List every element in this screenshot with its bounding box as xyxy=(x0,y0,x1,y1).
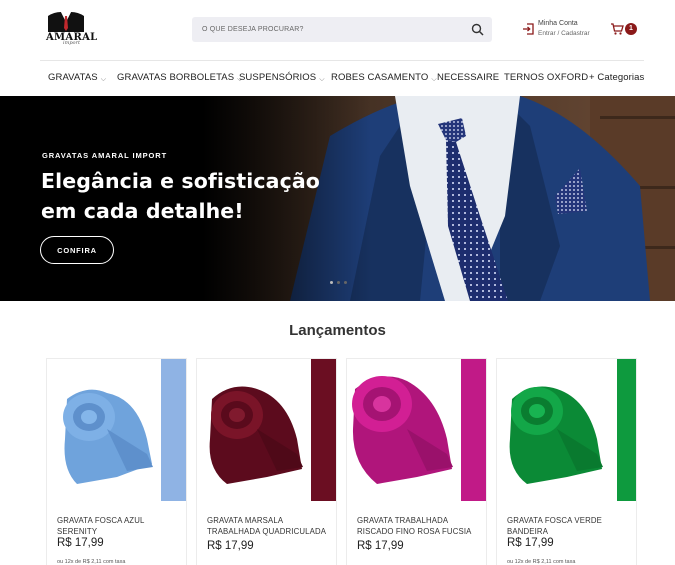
nav-item-necessaire[interactable]: NECESSAIRE xyxy=(437,72,499,83)
cart-count-badge: 1 xyxy=(625,23,637,35)
hero-eyebrow: GRAVATAS AMARAL IMPORT xyxy=(42,151,168,160)
carousel-dot[interactable] xyxy=(337,281,340,284)
logo-subtext: import xyxy=(63,40,80,46)
nav-item-label: NECESSAIRE xyxy=(437,72,500,83)
section-title: Lançamentos xyxy=(289,322,386,339)
product-price: R$ 17,99 xyxy=(507,537,554,549)
product-installments: ou 12x de R$ 2,11 com taxa xyxy=(507,559,576,565)
nav-item-gravatas[interactable]: GRAVATAS ⌵ xyxy=(48,72,106,83)
product-installments: ou 12x de R$ 2,11 com taxa xyxy=(57,559,126,565)
product-card[interactable]: GRAVATA FOSCA AZUL SERENITY R$ 17,99 ou … xyxy=(46,358,187,565)
product-image[interactable] xyxy=(47,359,187,501)
product-image[interactable] xyxy=(197,359,337,501)
nav-item-suspensorios[interactable]: SUSPENSÓRIOS ⌵ xyxy=(239,72,325,83)
site-header: AMARAL import Minha Conta Entrar / Cadas… xyxy=(0,0,675,60)
account-title: Minha Conta xyxy=(538,20,578,27)
product-image[interactable] xyxy=(347,359,487,501)
carousel-dot[interactable] xyxy=(344,281,347,284)
product-image[interactable] xyxy=(497,359,637,501)
account-login-register[interactable]: Entrar / Cadastrar xyxy=(538,30,590,37)
nav-item-label: SUSPENSÓRIOS xyxy=(239,72,317,83)
chevron-down-icon: ⌵ xyxy=(431,76,437,83)
product-card[interactable]: GRAVATA TRABALHADA RISCADO FINO ROSA FUC… xyxy=(346,358,487,565)
account-link[interactable]: Minha Conta Entrar / Cadastrar xyxy=(520,20,600,42)
search-input[interactable] xyxy=(202,17,462,42)
product-price: R$ 17,99 xyxy=(207,540,254,552)
carousel-dot[interactable] xyxy=(330,281,333,284)
nav-item-gravatas-borboletas[interactable]: GRAVATAS BORBOLETAS ⌵ xyxy=(117,72,243,83)
nav-item-ternos-oxford[interactable]: TERNOS OXFORD xyxy=(504,72,588,83)
nav-item-label: GRAVATAS BORBOLETAS xyxy=(117,72,235,83)
cart-icon[interactable] xyxy=(610,22,624,36)
chevron-down-icon: ⌵ xyxy=(100,76,107,83)
chevron-down-icon: ⌵ xyxy=(319,76,325,83)
product-price: R$ 17,99 xyxy=(357,540,404,552)
search-button[interactable] xyxy=(471,23,484,36)
login-icon xyxy=(523,23,534,35)
hero-banner: GRAVATAS AMARAL IMPORT Elegância e sofis… xyxy=(0,96,675,301)
nav-item-label: TERNOS OXFORD xyxy=(504,72,589,83)
product-name[interactable]: GRAVATA FOSCA AZUL SERENITY xyxy=(57,515,182,537)
category-nav: GRAVATAS ⌵ GRAVATAS BORBOLETAS ⌵ SUSPENSÓR… xyxy=(0,65,675,91)
product-name[interactable]: GRAVATA FOSCA VERDE BANDEIRA xyxy=(507,515,632,537)
nav-item-more-categories[interactable]: + Categorias xyxy=(589,72,644,83)
product-card[interactable]: GRAVATA MARSALA TRABALHADA QUADRICULADA … xyxy=(196,358,337,565)
product-card[interactable]: GRAVATA FOSCA VERDE BANDEIRA R$ 17,99 ou… xyxy=(496,358,637,565)
nav-item-label: + Categorias xyxy=(589,72,645,83)
search-icon xyxy=(471,23,484,36)
nav-item-label: ROBES CASAMENTO xyxy=(331,72,429,83)
hero-title: Elegância e sofisticação em cada detalhe… xyxy=(41,169,320,223)
product-name[interactable]: GRAVATA TRABALHADA RISCADO FINO ROSA FUC… xyxy=(357,515,482,537)
search-bar xyxy=(192,17,492,42)
product-price: R$ 17,99 xyxy=(57,537,104,549)
carousel-dots xyxy=(330,281,350,286)
header-divider xyxy=(40,60,644,61)
nav-item-label: GRAVATAS xyxy=(48,72,98,83)
product-name[interactable]: GRAVATA MARSALA TRABALHADA QUADRICULADA xyxy=(207,515,332,537)
nav-item-robes-casamento[interactable]: ROBES CASAMENTO ⌵ xyxy=(331,72,437,83)
hero-cta-button[interactable]: CONFIRA xyxy=(40,236,114,264)
